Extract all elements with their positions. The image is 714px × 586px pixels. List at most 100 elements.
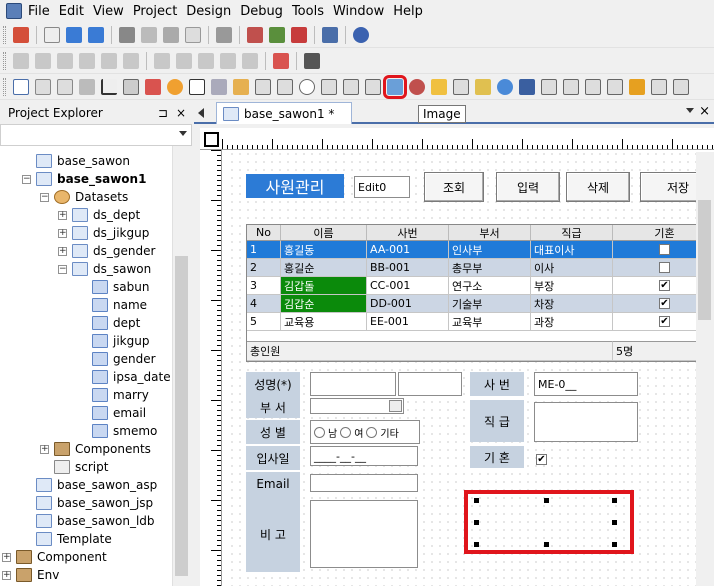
tree-node-dept[interactable]: dept [78, 314, 140, 332]
grid-header-cell[interactable]: 이름 [281, 225, 367, 241]
tree-node-ds-sawon[interactable]: − ds_sawon [58, 260, 151, 278]
more-tools-icon[interactable] [673, 78, 689, 95]
tree-node-jikgup[interactable]: jikgup [78, 332, 149, 350]
table-tool-icon[interactable] [365, 78, 381, 95]
menu-tool-icon[interactable] [453, 78, 469, 95]
new-project-icon[interactable] [13, 26, 29, 43]
tree-node-base-sawon-jsp[interactable]: base_sawon_jsp [22, 494, 153, 512]
tab-tool-icon[interactable] [233, 78, 249, 95]
flash-tool-icon[interactable] [519, 78, 535, 95]
grid-cell[interactable]: 과장 [531, 313, 613, 331]
combo-tool-icon[interactable] [321, 78, 337, 95]
email-field[interactable] [310, 474, 418, 492]
line-tool-icon[interactable] [101, 78, 117, 95]
button-tool-icon[interactable] [79, 78, 95, 95]
pin-icon[interactable]: ⊐ [158, 106, 168, 120]
grid-cell[interactable]: 김갑돌 [281, 277, 367, 295]
grid-tool-icon[interactable] [255, 78, 271, 95]
resize-handle[interactable] [544, 542, 549, 547]
progress-tool-icon[interactable] [585, 78, 601, 95]
align-middle-icon[interactable] [101, 52, 117, 69]
debug-icon[interactable] [291, 26, 307, 43]
menu-window[interactable]: Window [333, 4, 393, 19]
same-width-icon[interactable] [154, 52, 170, 69]
pointer-tool-icon[interactable] [13, 78, 29, 95]
shape-tool-icon[interactable] [123, 78, 139, 95]
grid-cell[interactable]: DD-001 [367, 295, 449, 313]
bigo-textarea[interactable] [310, 500, 418, 568]
grid-cell[interactable]: 대표이사 [531, 241, 613, 259]
tree-node-email[interactable]: email [78, 404, 146, 422]
tree-node-template[interactable]: Template [22, 530, 112, 548]
align-top-icon[interactable] [79, 52, 95, 69]
listbox-tool-icon[interactable] [277, 78, 293, 95]
resize-handle[interactable] [474, 542, 479, 547]
menu-design[interactable]: Design [186, 4, 240, 19]
picture-tool-icon[interactable] [607, 78, 623, 95]
marry-checkbox[interactable]: ✔ [659, 280, 670, 291]
menu-project[interactable]: Project [133, 4, 186, 19]
delete-button[interactable]: 삭제 [566, 172, 630, 202]
run-icon[interactable] [269, 26, 285, 43]
grid-cell[interactable]: CC-001 [367, 277, 449, 295]
radio-tool-icon[interactable] [299, 78, 315, 95]
insert-button[interactable]: 입력 [496, 172, 560, 202]
build-icon[interactable] [247, 26, 263, 43]
tab-list-icon[interactable] [686, 108, 694, 113]
resize-handle[interactable] [474, 498, 479, 503]
align-bottom-icon[interactable] [123, 52, 139, 69]
expand-icon[interactable]: + [40, 444, 49, 454]
tree-node-datasets[interactable]: − Datasets [40, 188, 128, 206]
project-explorer-combo[interactable] [0, 124, 192, 146]
grid-cell[interactable]: 인사부 [449, 241, 531, 259]
spin-tool-icon[interactable] [343, 78, 359, 95]
edit0-field[interactable]: Edit0 [354, 176, 410, 198]
print-icon[interactable] [216, 26, 232, 43]
name-field-2[interactable] [398, 372, 462, 396]
grid-cell[interactable]: 연구소 [449, 277, 531, 295]
file-tool-icon[interactable] [541, 78, 557, 95]
grid-cell[interactable]: BB-001 [367, 259, 449, 277]
name-field[interactable] [310, 372, 396, 396]
group-tool-icon[interactable] [145, 78, 161, 95]
lock-icon[interactable] [304, 52, 320, 69]
help-icon[interactable] [353, 26, 369, 43]
tree-node-ds-gender[interactable]: + ds_gender [58, 242, 155, 260]
radio-female[interactable] [340, 426, 352, 438]
grid-header-cell[interactable]: 사번 [367, 225, 449, 241]
tree-node-smemo[interactable]: smemo [78, 422, 157, 440]
tree-tool-icon[interactable] [475, 78, 491, 95]
resize-handle[interactable] [612, 498, 617, 503]
activex-tool-icon[interactable] [167, 78, 183, 95]
tree-node-env[interactable]: + Env [2, 566, 59, 584]
space-horizontal-icon[interactable] [220, 52, 236, 69]
form-tool-icon[interactable] [651, 78, 667, 95]
grid-cell[interactable]: 기술부 [449, 295, 531, 313]
grid-header-cell[interactable]: No [247, 225, 281, 241]
grid-cell[interactable]: EE-001 [367, 313, 449, 331]
marry-checkbox[interactable]: ✔ [536, 454, 547, 465]
marry-checkbox[interactable] [659, 262, 670, 273]
collapse-icon[interactable]: − [40, 192, 49, 202]
tree-node-base-sawon[interactable]: base_sawon [22, 152, 130, 170]
checkbox-tool-icon[interactable] [189, 78, 205, 95]
open-icon[interactable] [66, 26, 82, 43]
align-center-icon[interactable] [35, 52, 51, 69]
save-all-icon[interactable] [88, 26, 104, 43]
tree-node-ipsa-date[interactable]: ipsa_date [78, 368, 171, 386]
scrollbar-thumb[interactable] [698, 200, 711, 320]
toolbar-grip[interactable] [3, 77, 6, 96]
radio-male[interactable] [314, 426, 325, 438]
resize-handle[interactable] [612, 520, 617, 525]
menu-view[interactable]: View [93, 4, 133, 19]
calendar-tool-icon[interactable] [211, 78, 227, 95]
tree-node-base-sawon1[interactable]: − base_sawon1 [22, 170, 146, 188]
grid-cell[interactable]: AA-001 [367, 241, 449, 259]
delete-icon[interactable] [185, 26, 201, 43]
jikgup-field[interactable] [534, 402, 638, 442]
image-tool-icon[interactable] [383, 74, 407, 99]
menu-debug[interactable]: Debug [240, 4, 292, 19]
dept-select[interactable] [310, 398, 404, 414]
form-title[interactable]: 사원관리 [246, 174, 344, 198]
expand-icon[interactable]: + [58, 210, 67, 220]
